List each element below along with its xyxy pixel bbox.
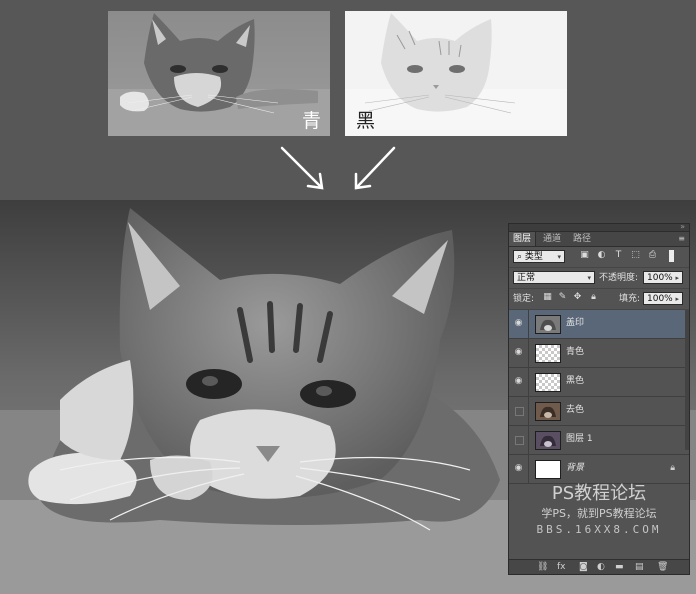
chevron-down-icon: ▾: [587, 274, 591, 282]
eye-icon[interactable]: ◉: [513, 347, 524, 358]
merge-arrows: [280, 146, 396, 190]
layer-row-layer1[interactable]: 图层 1: [509, 426, 689, 455]
layer-name: 图层 1: [566, 434, 593, 444]
layer-row-stamp[interactable]: ◉ 盖印: [509, 310, 689, 339]
collapse-icon[interactable]: »: [680, 222, 685, 231]
layer-name: 青色: [566, 347, 585, 357]
link-layers-icon[interactable]: ⛓: [537, 561, 548, 573]
visibility-off-icon[interactable]: [515, 407, 524, 416]
cyan-channel-thumbnail: 青: [108, 11, 330, 136]
blend-row: 正常 ▾ 不透明度: 100% ▸: [509, 268, 689, 289]
layer-style-icon[interactable]: fx: [557, 561, 566, 573]
panel-menu-icon[interactable]: ≡: [678, 234, 685, 243]
lock-label: 锁定:: [513, 294, 535, 304]
eye-icon[interactable]: ◉: [513, 376, 524, 387]
layers-scrollbar[interactable]: [685, 310, 689, 450]
cat-image-black: [345, 11, 567, 136]
visibility-off-icon[interactable]: [515, 436, 524, 445]
new-layer-icon[interactable]: ▤: [635, 561, 644, 573]
black-label: 黑: [356, 110, 376, 132]
blend-mode-select[interactable]: 正常 ▾: [513, 271, 595, 284]
chevron-down-icon: ▸: [675, 295, 679, 303]
shape-filter-icon[interactable]: ⬚: [630, 250, 641, 261]
layer-name: 背景: [566, 463, 585, 473]
layer-thumbnail: [535, 402, 561, 421]
lock-pixels-icon[interactable]: ✎: [558, 293, 567, 302]
smart-object-filter-icon[interactable]: ⎙: [647, 250, 658, 261]
filter-kind-label: 类型: [524, 252, 543, 262]
chevron-down-icon: ▾: [557, 253, 561, 261]
blend-mode-value: 正常: [517, 273, 536, 283]
tab-paths[interactable]: 路径: [569, 232, 595, 246]
layer-thumbnail: [535, 344, 561, 363]
add-mask-icon[interactable]: ◙: [579, 561, 588, 573]
lock-icon: 🔒︎: [670, 463, 675, 473]
new-group-icon[interactable]: ▬: [615, 561, 624, 573]
layer-name: 盖印: [566, 318, 585, 328]
adjustment-filter-icon[interactable]: ◐: [596, 250, 607, 261]
fill-input[interactable]: 100% ▸: [643, 292, 683, 305]
black-channel-thumbnail: 黑: [345, 11, 567, 136]
fill-label: 填充:: [619, 294, 641, 304]
layers-list: ◉ 盖印 ◉ 青色 ◉ 黑色 去色 图层 1 ◉ 背景 🔒︎: [509, 310, 689, 484]
filter-row: ⌕ 类型 ▾ ▣ ◐ T ⬚ ⎙: [509, 247, 689, 268]
pixel-filter-icon[interactable]: ▣: [579, 250, 590, 261]
layer-thumbnail: [535, 373, 561, 392]
type-filter-icon[interactable]: T: [613, 250, 624, 261]
chevron-down-icon: ▸: [675, 274, 679, 282]
lock-transparency-icon[interactable]: ▦: [543, 293, 552, 302]
layer-row-black[interactable]: ◉ 黑色: [509, 368, 689, 397]
layer-row-background[interactable]: ◉ 背景 🔒︎: [509, 455, 689, 484]
opacity-value: 100%: [647, 273, 673, 283]
eye-icon[interactable]: ◉: [513, 318, 524, 329]
opacity-label: 不透明度:: [599, 273, 639, 283]
watermark-url: BBS.16XX8.COM: [536, 523, 662, 536]
lock-all-icon[interactable]: 🔒︎: [589, 293, 598, 302]
panel-tabbar: 图层 通道 路径 ≡: [509, 232, 689, 247]
panel-bottom-toolbar: ⛓ fx ◙ ◐ ▬ ▤ 🗑︎: [509, 559, 689, 574]
panel-header: »: [509, 222, 689, 232]
filter-toggle-icon[interactable]: [669, 250, 674, 262]
filter-kind-select[interactable]: ⌕ 类型 ▾: [513, 250, 565, 263]
layer-thumbnail: [535, 315, 561, 334]
delete-layer-icon[interactable]: 🗑︎: [657, 561, 668, 573]
layer-name: 去色: [566, 405, 585, 415]
eye-icon[interactable]: ◉: [513, 463, 524, 474]
watermark-slogan: 学PS，就到PS教程论坛: [541, 507, 657, 520]
watermark: PS教程论坛 学PS，就到PS教程论坛 BBS.16XX8.COM: [509, 482, 689, 538]
tab-layers[interactable]: 图层: [509, 232, 537, 246]
arrow-left-icon: [280, 146, 322, 188]
layers-panel: » 图层 通道 路径 ≡ ⌕ 类型 ▾ ▣ ◐ T ⬚ ⎙ 正常 ▾ 不透明度:…: [508, 222, 690, 575]
arrow-right-icon: [356, 146, 396, 188]
opacity-input[interactable]: 100% ▸: [643, 271, 683, 284]
layer-row-desaturate[interactable]: 去色: [509, 397, 689, 426]
lock-position-icon[interactable]: ✥: [573, 293, 582, 302]
tab-channels[interactable]: 通道: [539, 232, 565, 246]
lock-row: 锁定: ▦ ✎ ✥ 🔒︎ 填充: 100% ▸: [509, 289, 689, 310]
layer-thumbnail: [535, 460, 561, 479]
layer-name: 黑色: [566, 376, 585, 386]
layer-thumbnail: [535, 431, 561, 450]
watermark-title: PS教程论坛: [551, 483, 647, 504]
search-icon: ⌕: [517, 252, 523, 262]
cat-image-cyan: [108, 11, 330, 136]
cyan-label: 青: [301, 110, 321, 132]
adjustment-layer-icon[interactable]: ◐: [597, 561, 605, 573]
fill-value: 100%: [647, 294, 673, 304]
layer-row-cyan[interactable]: ◉ 青色: [509, 339, 689, 368]
